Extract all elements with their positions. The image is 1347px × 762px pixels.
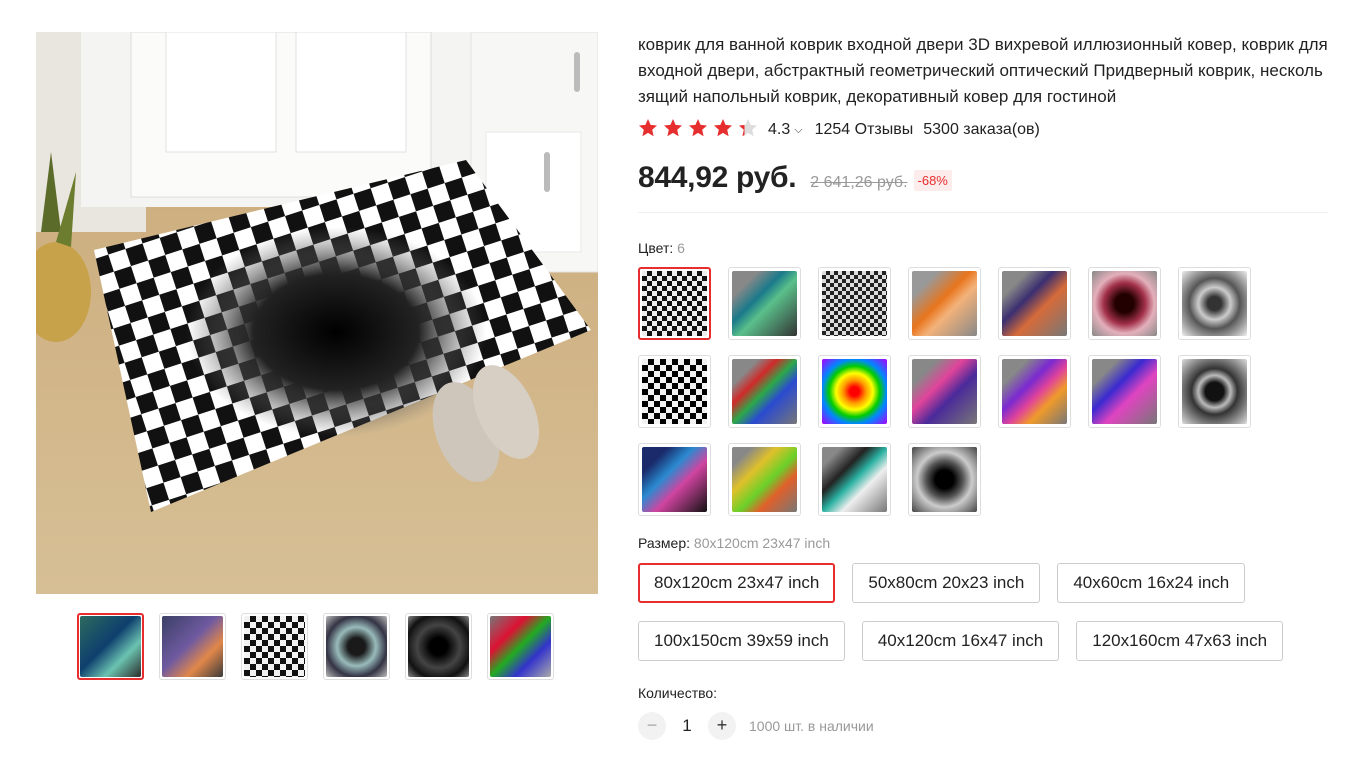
size-option-button[interactable]: 100x150cm 39x59 inch	[638, 621, 845, 661]
color-swatch-image	[1092, 359, 1157, 424]
color-swatch[interactable]	[998, 267, 1071, 340]
quantity-minus-button[interactable]: −	[638, 712, 666, 740]
quantity-label: Количество:	[638, 685, 718, 701]
color-swatch[interactable]	[1088, 267, 1161, 340]
color-swatch[interactable]	[728, 355, 801, 428]
color-label-row: Цвет: 6	[638, 240, 1328, 256]
color-swatches	[638, 267, 1328, 516]
size-option-button[interactable]: 50x80cm 20x23 inch	[852, 563, 1041, 603]
gallery-thumb[interactable]	[77, 613, 144, 680]
current-price: 844,92 руб.	[638, 161, 797, 194]
color-swatch-image	[1182, 271, 1247, 336]
color-swatch[interactable]	[908, 267, 981, 340]
quantity-plus-button[interactable]: +	[708, 712, 736, 740]
color-swatch[interactable]	[1178, 267, 1251, 340]
rating-row: 4.3 ⌵ 1254 Отзывы 5300 заказа(ов)	[638, 118, 1328, 142]
size-options: 80x120cm 23x47 inch 50x80cm 20x23 inch 40x…	[638, 563, 1328, 661]
orders-count: 5300 заказа(ов)	[923, 121, 1040, 138]
color-swatch[interactable]	[998, 355, 1071, 428]
size-option-button[interactable]: 80x120cm 23x47 inch	[638, 563, 836, 603]
color-swatch-image	[822, 447, 887, 512]
main-product-image[interactable]	[36, 32, 598, 594]
color-swatch[interactable]	[728, 267, 801, 340]
discount-badge: -68%	[913, 170, 952, 191]
gallery-thumb[interactable]	[241, 613, 308, 680]
star-icon	[688, 118, 708, 142]
reviews-link[interactable]: 1254 Отзывы	[815, 121, 914, 139]
gallery-thumb[interactable]	[487, 613, 554, 680]
color-swatch-image	[912, 447, 977, 512]
color-swatch-image	[642, 271, 707, 336]
color-swatch[interactable]	[1178, 355, 1251, 428]
old-price: 2 641,26 руб.	[810, 174, 908, 191]
color-swatch[interactable]	[908, 355, 981, 428]
gallery-thumb[interactable]	[405, 613, 472, 680]
gallery-thumb[interactable]	[323, 613, 390, 680]
quantity-value[interactable]: 1	[666, 716, 708, 736]
color-swatch-image	[1092, 271, 1157, 336]
star-icon	[663, 118, 683, 142]
color-selected-value: 6	[677, 240, 685, 256]
price-row: 844,92 руб. 2 641,26 руб. -68%	[638, 161, 1328, 197]
color-swatch[interactable]	[638, 267, 711, 340]
color-swatch-image	[642, 359, 707, 424]
color-swatch-image	[1002, 271, 1067, 336]
color-swatch[interactable]	[818, 267, 891, 340]
chevron-down-icon[interactable]: ⌵	[794, 124, 802, 137]
color-swatch-image	[1002, 359, 1067, 424]
size-option-button[interactable]: 120x160cm 47x63 inch	[1076, 621, 1284, 661]
size-option-button[interactable]: 40x60cm 16x24 inch	[1057, 563, 1246, 603]
size-label-row: Размер: 80x120cm 23x47 inch	[638, 535, 1328, 551]
gallery-thumb[interactable]	[159, 613, 226, 680]
size-option-button[interactable]: 40x120cm 16x47 inch	[861, 621, 1060, 661]
gallery-thumbnails	[77, 613, 554, 680]
star-icon	[713, 118, 733, 142]
product-page: коврик для ванной коврик входной двери 3…	[0, 0, 1347, 762]
color-swatch-image	[912, 359, 977, 424]
color-swatch-image	[1182, 359, 1247, 424]
size-label: Размер:	[638, 535, 691, 551]
star-icon	[638, 118, 658, 142]
color-swatch[interactable]	[908, 443, 981, 516]
color-swatch-image	[642, 447, 707, 512]
color-swatch[interactable]	[728, 443, 801, 516]
color-swatch[interactable]	[638, 443, 711, 516]
color-swatch-image	[732, 271, 797, 336]
product-info: коврик для ванной коврик входной двери 3…	[638, 32, 1328, 741]
color-swatch[interactable]	[1088, 355, 1161, 428]
stock-info: 1000 шт. в наличии	[749, 718, 874, 734]
rating-stars	[638, 118, 758, 142]
quantity-stepper: − 1 + 1000 шт. в наличии	[638, 711, 1328, 741]
color-swatch-image	[912, 271, 977, 336]
rating-value[interactable]: 4.3	[768, 121, 790, 139]
color-swatch-image	[822, 271, 887, 336]
size-selected-value: 80x120cm 23x47 inch	[693, 535, 831, 551]
divider	[638, 212, 1328, 213]
product-title: коврик для ванной коврик входной двери 3…	[638, 35, 1328, 106]
color-swatch-image	[732, 359, 797, 424]
color-swatch[interactable]	[638, 355, 711, 428]
color-swatch-image	[732, 447, 797, 512]
color-swatch[interactable]	[818, 443, 891, 516]
color-label: Цвет:	[638, 240, 674, 256]
color-swatch[interactable]	[818, 355, 891, 428]
color-swatch-image	[822, 359, 887, 424]
star-icon	[738, 118, 758, 142]
